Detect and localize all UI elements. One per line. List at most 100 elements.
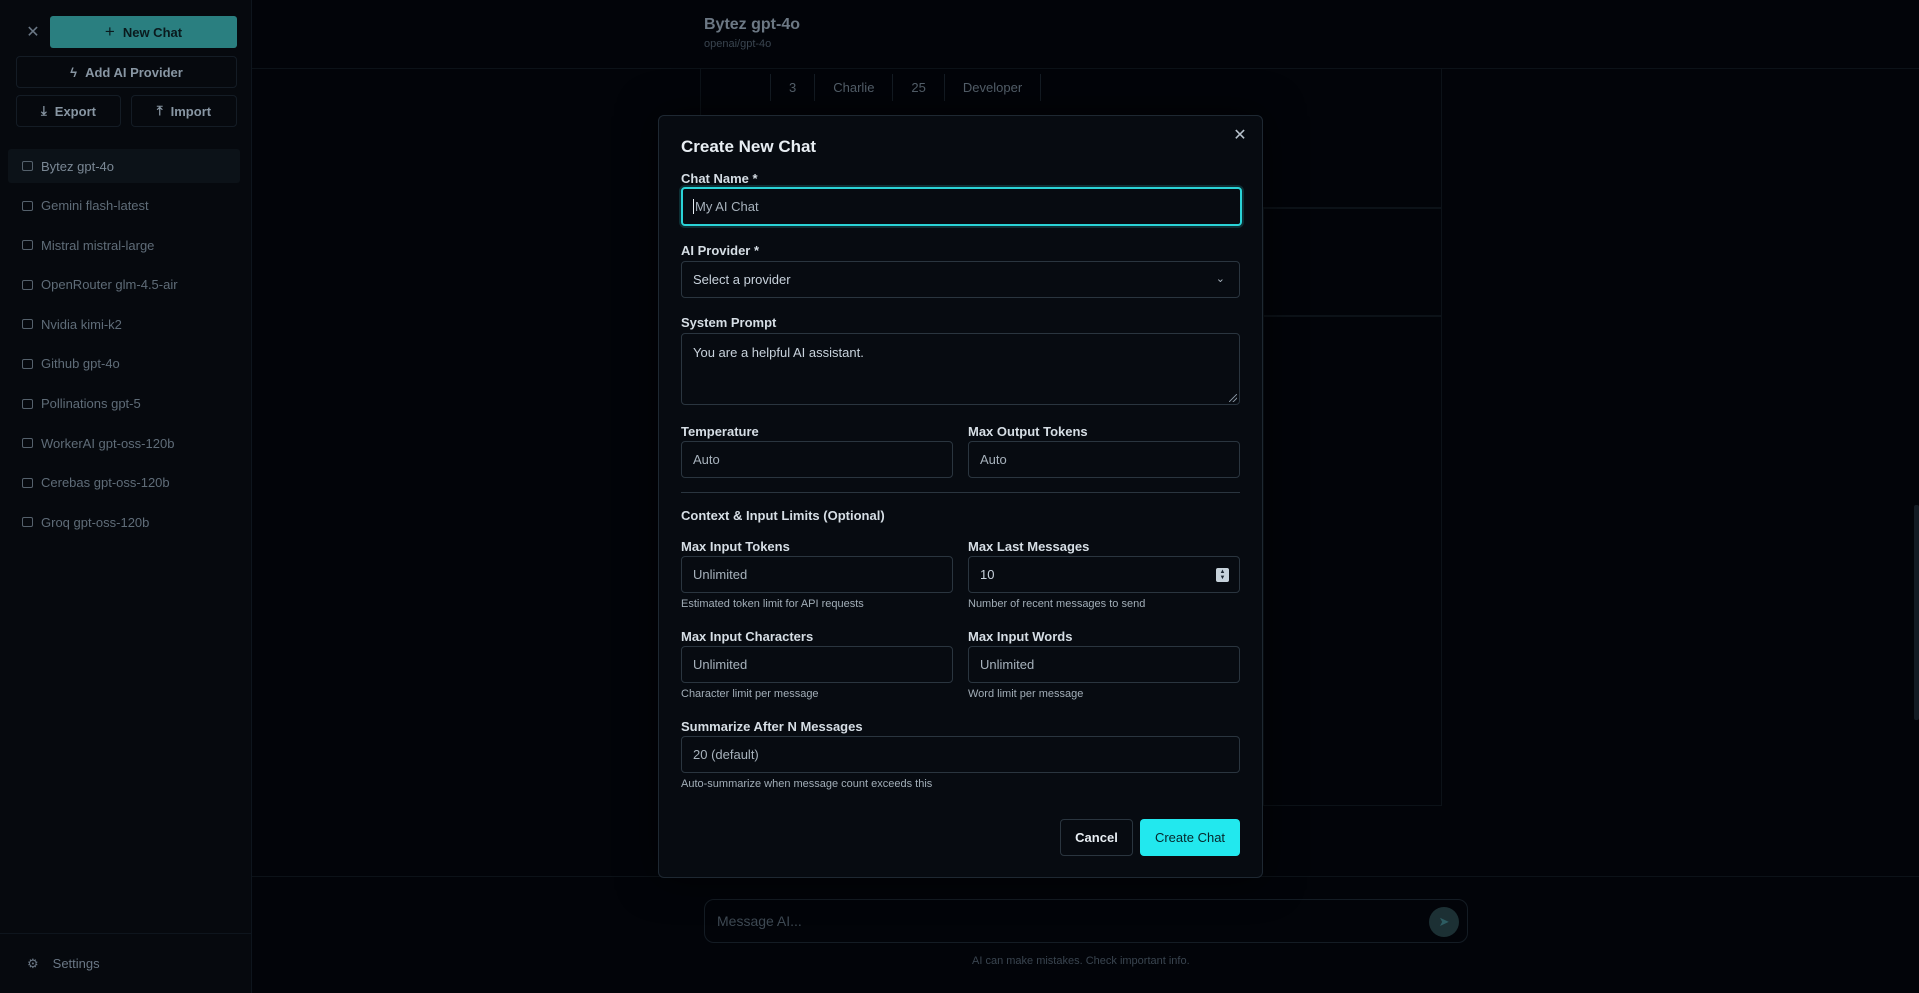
max-last-messages-value: 10	[980, 567, 995, 582]
max-input-words-label: Max Input Words	[968, 629, 1073, 644]
add-ai-provider-label: Add AI Provider	[85, 64, 183, 80]
ai-provider-selected: Select a provider	[693, 272, 791, 287]
create-chat-button[interactable]: Create Chat	[1140, 819, 1240, 856]
max-input-characters-input[interactable]: Unlimited	[681, 646, 953, 683]
max-input-characters-hint: Character limit per message	[681, 688, 819, 700]
create-chat-dialog: ✕ Create New Chat Chat Name * My AI Chat…	[658, 115, 1263, 878]
chat-list-item-label: Gemini flash-latest	[41, 198, 149, 214]
temperature-label: Temperature	[681, 424, 759, 439]
chat-list-item[interactable]: Gemini flash-latest	[8, 189, 240, 223]
chat-list-item-label: Pollinations gpt-5	[41, 396, 141, 412]
message-square-icon	[22, 517, 33, 528]
max-output-tokens-input[interactable]: Auto	[968, 441, 1240, 478]
message-square-icon	[22, 477, 33, 488]
message-frame	[1263, 208, 1442, 316]
temperature-placeholder: Auto	[693, 452, 720, 467]
chat-list-item-label: WorkerAI gpt-oss-120b	[41, 435, 175, 451]
chat-list-item-label: Bytez gpt-4o	[41, 158, 114, 174]
message-square-icon	[22, 200, 33, 211]
gear-icon: ⚙	[27, 955, 39, 971]
max-last-messages-label: Max Last Messages	[968, 539, 1090, 554]
message-frame	[1263, 316, 1442, 806]
close-icon[interactable]: ✕	[1232, 128, 1248, 144]
resize-handle-icon[interactable]	[1229, 394, 1237, 402]
sidebar-close-icon[interactable]: ✕	[16, 16, 50, 48]
chat-header: Bytez gpt-4o openai/gpt-4o	[704, 16, 800, 50]
message-input[interactable]: Message AI... ➤	[704, 899, 1468, 943]
max-output-tokens-placeholder: Auto	[980, 452, 1007, 467]
chat-title: Bytez gpt-4o	[704, 16, 800, 33]
chat-list-item-label: Cerebas gpt-oss-120b	[41, 475, 170, 491]
max-input-characters-placeholder: Unlimited	[693, 657, 748, 672]
system-prompt-textarea[interactable]: You are a helpful AI assistant.	[681, 333, 1240, 405]
section-divider	[681, 492, 1240, 493]
message-square-icon	[22, 240, 33, 251]
number-stepper-icon[interactable]: ▲ ▼	[1216, 568, 1229, 582]
dialog-title: Create New Chat	[681, 137, 817, 156]
max-last-messages-hint: Number of recent messages to send	[968, 598, 1146, 610]
chevron-down-icon: ⌄	[1215, 273, 1225, 285]
chat-list-item[interactable]: Nvidia kimi-k2	[8, 307, 240, 341]
scrollbar[interactable]	[1914, 505, 1919, 720]
chat-list-item-label: OpenRouter glm-4.5-air	[41, 277, 178, 293]
new-chat-button[interactable]: + New Chat	[50, 16, 237, 48]
temperature-input[interactable]: Auto	[681, 441, 953, 478]
cancel-button[interactable]: Cancel	[1060, 819, 1133, 856]
sidebar-top-row: ✕ + New Chat	[16, 16, 237, 48]
summarize-after-input[interactable]: 20 (default)	[681, 736, 1240, 773]
send-icon[interactable]: ➤	[1429, 907, 1459, 937]
chat-list-item-label: Nvidia kimi-k2	[41, 316, 122, 332]
export-label: Export	[54, 103, 96, 119]
lightning-icon: ϟ	[70, 64, 78, 80]
message-square-icon	[22, 438, 33, 449]
chat-list: Bytez gpt-4o Gemini flash-latest Mistral…	[0, 149, 248, 545]
plus-icon: +	[104, 22, 115, 41]
ai-provider-label: AI Provider *	[681, 243, 760, 258]
max-last-messages-input[interactable]: 10 ▲ ▼	[968, 556, 1240, 593]
max-input-tokens-input[interactable]: Unlimited	[681, 556, 953, 593]
add-ai-provider-button[interactable]: ϟ Add AI Provider	[16, 56, 237, 88]
message-square-icon	[22, 161, 33, 171]
import-label: Import	[170, 103, 212, 119]
chat-list-item[interactable]: WorkerAI gpt-oss-120b	[8, 426, 240, 460]
settings-button[interactable]: ⚙ Settings	[0, 933, 252, 993]
new-chat-label: New Chat	[122, 24, 183, 40]
max-input-words-input[interactable]: Unlimited	[968, 646, 1240, 683]
chat-list-item[interactable]: Github gpt-4o	[8, 347, 240, 381]
message-square-icon	[22, 398, 33, 409]
download-icon: ⤓	[41, 103, 47, 118]
max-input-words-hint: Word limit per message	[968, 688, 1084, 700]
max-input-tokens-placeholder: Unlimited	[693, 567, 748, 582]
chat-list-item[interactable]: Bytez gpt-4o	[8, 149, 240, 183]
upload-icon: ⤒	[156, 103, 163, 118]
chat-name-input[interactable]: My AI Chat	[681, 187, 1242, 226]
export-button[interactable]: ⤓ Export	[16, 95, 121, 127]
chat-model-subtitle: openai/gpt-4o	[704, 38, 772, 50]
chat-list-item-label: Groq gpt-oss-120b	[41, 514, 150, 530]
disclaimer-text: AI can make mistakes. Check important in…	[972, 955, 1190, 967]
ai-provider-select[interactable]: Select a provider ⌄	[681, 261, 1240, 298]
chat-list-item[interactable]: Pollinations gpt-5	[8, 387, 240, 421]
max-input-tokens-label: Max Input Tokens	[681, 539, 790, 554]
import-button[interactable]: ⤒ Import	[131, 95, 237, 127]
system-prompt-label: System Prompt	[681, 315, 777, 330]
summarize-after-placeholder: 20 (default)	[693, 747, 759, 762]
chat-list-item[interactable]: Mistral mistral-large	[8, 228, 240, 262]
chat-list-item[interactable]: Cerebas gpt-oss-120b	[8, 466, 240, 500]
chat-name-label: Chat Name *	[681, 171, 758, 186]
message-square-icon	[22, 358, 33, 369]
chat-name-placeholder: My AI Chat	[695, 199, 759, 214]
context-limits-heading: Context & Input Limits (Optional)	[681, 508, 885, 523]
message-square-icon	[22, 279, 33, 290]
chat-list-item-label: Github gpt-4o	[41, 356, 120, 372]
message-input-placeholder: Message AI...	[717, 913, 802, 929]
chat-list-item[interactable]: Groq gpt-oss-120b	[8, 505, 240, 539]
text-caret	[693, 199, 694, 214]
sidebar: ✕ + New Chat ϟ Add AI Provider ⤓ Export …	[0, 0, 252, 993]
settings-label: Settings	[52, 956, 100, 971]
max-input-words-placeholder: Unlimited	[980, 657, 1035, 672]
max-input-characters-label: Max Input Characters	[681, 629, 814, 644]
max-input-tokens-hint: Estimated token limit for API requests	[681, 598, 864, 610]
chat-list-item[interactable]: OpenRouter glm-4.5-air	[8, 268, 240, 302]
max-output-tokens-label: Max Output Tokens	[968, 424, 1088, 439]
